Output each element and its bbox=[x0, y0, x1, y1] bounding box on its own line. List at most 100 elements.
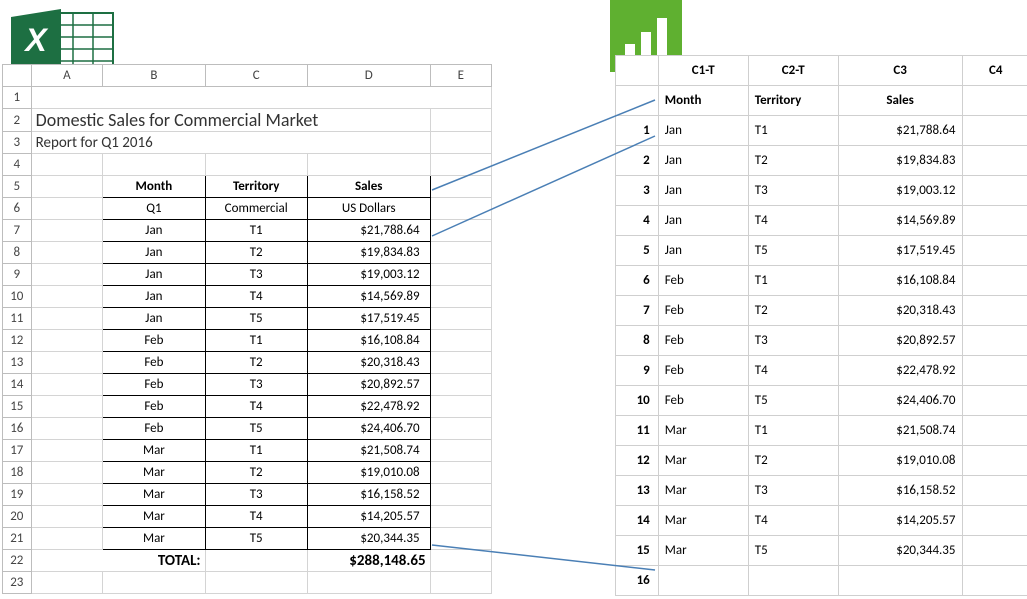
table-header-territory[interactable]: Territory bbox=[748, 86, 838, 116]
cell-territory[interactable]: T5 bbox=[748, 386, 838, 416]
row-header[interactable]: 2 bbox=[616, 146, 659, 176]
cell[interactable] bbox=[31, 198, 103, 220]
cell[interactable] bbox=[31, 352, 103, 374]
cell[interactable] bbox=[103, 154, 205, 176]
cell-month[interactable]: Mar bbox=[103, 462, 205, 484]
cell-territory[interactable]: T2 bbox=[205, 462, 307, 484]
cell[interactable] bbox=[31, 396, 103, 418]
cell-sales[interactable]: $22,478.92 bbox=[838, 356, 962, 386]
table-subheader[interactable]: Commercial bbox=[205, 198, 307, 220]
cell-month[interactable]: Feb bbox=[658, 266, 748, 296]
cell[interactable] bbox=[31, 87, 491, 109]
col-header[interactable]: C bbox=[205, 65, 307, 87]
table-header-month[interactable]: Month bbox=[103, 176, 205, 198]
row-header[interactable]: 16 bbox=[616, 566, 659, 596]
row-header[interactable]: 12 bbox=[616, 446, 659, 476]
total-label[interactable]: TOTAL: bbox=[31, 550, 205, 572]
corner-cell[interactable] bbox=[3, 65, 32, 87]
table-header-sales[interactable]: Sales bbox=[838, 86, 962, 116]
cell-territory[interactable]: T3 bbox=[205, 264, 307, 286]
row-header[interactable]: 17 bbox=[3, 440, 32, 462]
cell-sales[interactable]: $14,205.57 bbox=[838, 506, 962, 536]
cell-sales[interactable]: $21,508.74 bbox=[838, 416, 962, 446]
cell[interactable] bbox=[31, 264, 103, 286]
cell[interactable] bbox=[103, 572, 205, 594]
row-header[interactable]: 4 bbox=[3, 154, 32, 176]
cell-month[interactable]: Jan bbox=[103, 220, 205, 242]
cell-month[interactable]: Feb bbox=[103, 418, 205, 440]
col-header[interactable]: C4 bbox=[962, 56, 1027, 86]
cell-month[interactable]: Jan bbox=[658, 176, 748, 206]
row-header[interactable]: 5 bbox=[3, 176, 32, 198]
row-header[interactable]: 18 bbox=[3, 462, 32, 484]
row-header[interactable]: 16 bbox=[3, 418, 32, 440]
row-header[interactable]: 14 bbox=[616, 506, 659, 536]
row-header[interactable]: 1 bbox=[616, 116, 659, 146]
cell[interactable] bbox=[430, 396, 491, 418]
cell-territory[interactable]: T3 bbox=[748, 476, 838, 506]
cell-sales[interactable]: $20,318.43 bbox=[838, 296, 962, 326]
cell-territory[interactable]: T1 bbox=[205, 220, 307, 242]
cell[interactable] bbox=[962, 446, 1027, 476]
cell-territory[interactable]: T3 bbox=[205, 374, 307, 396]
cell-month[interactable]: Feb bbox=[658, 386, 748, 416]
cell[interactable] bbox=[962, 566, 1027, 596]
cell[interactable] bbox=[962, 386, 1027, 416]
cell[interactable] bbox=[430, 198, 491, 220]
cell[interactable] bbox=[31, 330, 103, 352]
cell[interactable] bbox=[430, 264, 491, 286]
row-header[interactable]: 8 bbox=[616, 326, 659, 356]
cell-territory[interactable]: T3 bbox=[205, 484, 307, 506]
cell-territory[interactable]: T5 bbox=[205, 528, 307, 550]
cell-month[interactable]: Feb bbox=[103, 396, 205, 418]
cell[interactable] bbox=[658, 566, 748, 596]
cell-territory[interactable]: T2 bbox=[205, 352, 307, 374]
cell[interactable] bbox=[430, 330, 491, 352]
cell-month[interactable]: Jan bbox=[103, 264, 205, 286]
row-header[interactable]: 21 bbox=[3, 528, 32, 550]
row-header[interactable]: 3 bbox=[616, 176, 659, 206]
cell-sales[interactable]: $21,508.74 bbox=[307, 440, 430, 462]
cell[interactable] bbox=[430, 506, 491, 528]
cell-territory[interactable]: T1 bbox=[205, 330, 307, 352]
cell[interactable] bbox=[962, 86, 1027, 116]
cell-month[interactable]: Jan bbox=[103, 242, 205, 264]
cell-territory[interactable]: T4 bbox=[748, 206, 838, 236]
cell-territory[interactable]: T4 bbox=[205, 506, 307, 528]
row-header[interactable]: 19 bbox=[3, 484, 32, 506]
cell[interactable] bbox=[838, 566, 962, 596]
cell[interactable] bbox=[962, 416, 1027, 446]
cell-sales[interactable]: $20,318.43 bbox=[307, 352, 430, 374]
col-header[interactable]: C3 bbox=[838, 56, 962, 86]
cell-sales[interactable]: $20,344.35 bbox=[838, 536, 962, 566]
cell[interactable] bbox=[962, 116, 1027, 146]
cell-territory[interactable]: T2 bbox=[748, 446, 838, 476]
cell-sales[interactable]: $16,108.84 bbox=[307, 330, 430, 352]
row-header[interactable]: 10 bbox=[3, 286, 32, 308]
cell[interactable] bbox=[430, 286, 491, 308]
cell-sales[interactable]: $17,519.45 bbox=[307, 308, 430, 330]
cell-territory[interactable]: T5 bbox=[748, 536, 838, 566]
row-header[interactable]: 9 bbox=[616, 356, 659, 386]
cell[interactable] bbox=[31, 572, 103, 594]
cell-month[interactable]: Jan bbox=[658, 206, 748, 236]
cell-territory[interactable]: T1 bbox=[205, 440, 307, 462]
cell-sales[interactable]: $19,003.12 bbox=[307, 264, 430, 286]
cell[interactable] bbox=[430, 550, 491, 572]
cell[interactable] bbox=[962, 506, 1027, 536]
cell[interactable] bbox=[31, 220, 103, 242]
cell-territory[interactable]: T2 bbox=[205, 242, 307, 264]
table-header-month[interactable]: Month bbox=[658, 86, 748, 116]
cell[interactable] bbox=[962, 536, 1027, 566]
cell[interactable] bbox=[31, 374, 103, 396]
cell-month[interactable]: Mar bbox=[103, 528, 205, 550]
cell[interactable] bbox=[31, 506, 103, 528]
total-value[interactable]: $288,148.65 bbox=[307, 550, 430, 572]
row-header[interactable]: 6 bbox=[616, 266, 659, 296]
table-subheader[interactable]: US Dollars bbox=[307, 198, 430, 220]
cell-territory[interactable]: T5 bbox=[748, 236, 838, 266]
cell-territory[interactable]: T2 bbox=[748, 296, 838, 326]
cell-territory[interactable]: T4 bbox=[205, 286, 307, 308]
cell[interactable] bbox=[962, 356, 1027, 386]
cell[interactable] bbox=[430, 484, 491, 506]
